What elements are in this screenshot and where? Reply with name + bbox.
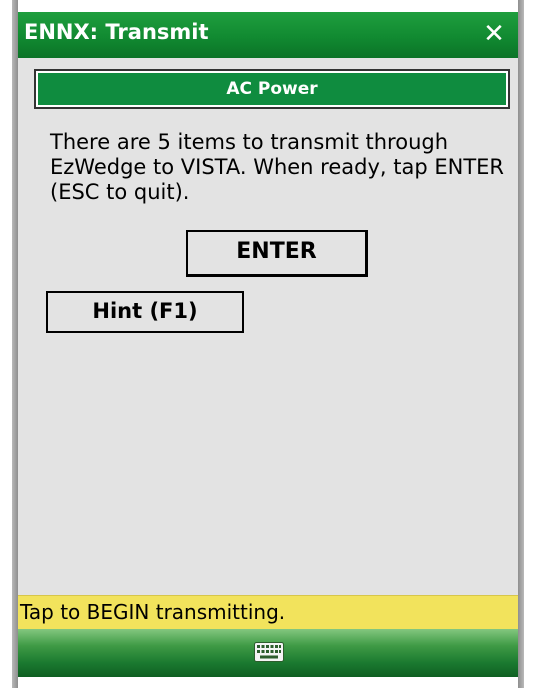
keyboard-icon[interactable] <box>254 642 284 662</box>
window-title: ENNX: Transmit <box>24 20 209 44</box>
taskbar <box>18 629 518 677</box>
device: ENNX: Transmit ✕ AC Power There are 5 it… <box>0 0 534 688</box>
instruction-message: There are 5 items to transmit through Ez… <box>50 130 505 204</box>
status-bar[interactable]: Tap to BEGIN transmitting. <box>18 595 518 629</box>
power-status-banner: AC Power <box>34 69 510 109</box>
app-screen: ENNX: Transmit ✕ AC Power There are 5 it… <box>18 12 518 677</box>
device-frame-right <box>518 0 524 688</box>
hint-button[interactable]: Hint (F1) <box>46 291 244 333</box>
power-status-label: AC Power <box>38 73 506 105</box>
close-button[interactable]: ✕ <box>478 18 510 50</box>
enter-button[interactable]: ENTER <box>186 230 368 277</box>
title-bar: ENNX: Transmit ✕ <box>18 12 518 58</box>
